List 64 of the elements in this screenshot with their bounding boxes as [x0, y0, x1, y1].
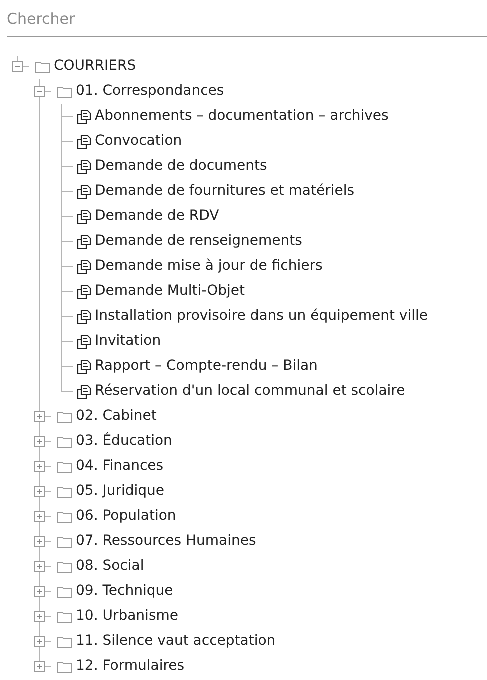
- documents-icon: [77, 334, 91, 348]
- folder-icon: [57, 86, 72, 98]
- documents-icon: [77, 384, 91, 398]
- folder-icon: [57, 610, 72, 622]
- document-label[interactable]: Demande de documents: [95, 156, 268, 177]
- folder-label[interactable]: 12. Formulaires: [76, 656, 185, 677]
- document-label[interactable]: Demande de fournitures et matériels: [95, 181, 355, 202]
- expand-toggle[interactable]: [34, 636, 45, 647]
- documents-icon: [77, 210, 91, 224]
- folder-label[interactable]: 05. Juridique: [76, 481, 165, 502]
- documents-icon: [77, 284, 91, 298]
- documents-icon: [77, 360, 91, 374]
- document-label[interactable]: Rapport – Compte-rendu – Bilan: [95, 356, 318, 377]
- documents-icon: [77, 160, 91, 174]
- collapse-toggle[interactable]: [12, 61, 23, 72]
- folder-label[interactable]: 10. Urbanisme: [76, 606, 178, 627]
- folder-label[interactable]: 08. Social: [76, 556, 144, 577]
- folder-icon: [57, 536, 72, 548]
- search-field[interactable]: Chercher: [7, 0, 487, 37]
- folder-icon: [57, 510, 72, 522]
- folder-icon: [57, 660, 72, 672]
- documents-icon: [77, 234, 91, 248]
- documents-icon: [77, 134, 91, 148]
- document-label[interactable]: Demande Multi-Objet: [95, 281, 245, 302]
- collapse-toggle[interactable]: [34, 86, 45, 97]
- folder-label[interactable]: 06. Population: [76, 506, 176, 527]
- folder-label[interactable]: COURRIERS: [54, 56, 136, 77]
- folder-icon: [57, 436, 72, 448]
- folder-label[interactable]: 07. Ressources Humaines: [76, 531, 256, 552]
- expand-toggle[interactable]: [34, 511, 45, 522]
- expand-toggle[interactable]: [34, 586, 45, 597]
- document-label[interactable]: Abonnements – documentation – archives: [95, 106, 389, 127]
- document-label[interactable]: Demande de renseignements: [95, 231, 302, 252]
- document-label[interactable]: Demande mise à jour de fichiers: [95, 256, 323, 277]
- documents-icon: [77, 260, 91, 274]
- folder-label[interactable]: 04. Finances: [76, 456, 164, 477]
- folder-icon: [57, 460, 72, 472]
- document-label[interactable]: Installation provisoire dans un équipement ville: [95, 306, 428, 327]
- folder-icon: [57, 586, 72, 598]
- expand-toggle[interactable]: [34, 486, 45, 497]
- folder-icon: [35, 60, 50, 72]
- document-label[interactable]: Invitation: [95, 331, 162, 352]
- folder-label[interactable]: 03. Éducation: [76, 431, 172, 452]
- expand-toggle[interactable]: [34, 561, 45, 572]
- expand-toggle[interactable]: [34, 461, 45, 472]
- folder-icon: [57, 410, 72, 422]
- expand-toggle[interactable]: [34, 611, 45, 622]
- documents-icon: [77, 310, 91, 324]
- expand-toggle[interactable]: [34, 536, 45, 547]
- expand-toggle[interactable]: [34, 436, 45, 447]
- document-label[interactable]: Demande de RDV: [95, 206, 220, 227]
- folder-label[interactable]: 09. Technique: [76, 581, 174, 602]
- documents-icon: [77, 110, 91, 124]
- documents-icon: [77, 184, 91, 198]
- folder-icon: [57, 636, 72, 648]
- document-label[interactable]: Réservation d'un local communal et scolaire: [95, 381, 406, 402]
- folder-icon: [57, 560, 72, 572]
- folder-label[interactable]: 01. Correspondances: [76, 81, 224, 102]
- expand-toggle[interactable]: [34, 661, 45, 672]
- folder-label[interactable]: 11. Silence vaut acceptation: [76, 631, 276, 652]
- folder-icon: [57, 486, 72, 498]
- folder-label[interactable]: 02. Cabinet: [76, 406, 157, 427]
- document-label[interactable]: Convocation: [95, 131, 182, 152]
- expand-toggle[interactable]: [34, 411, 45, 422]
